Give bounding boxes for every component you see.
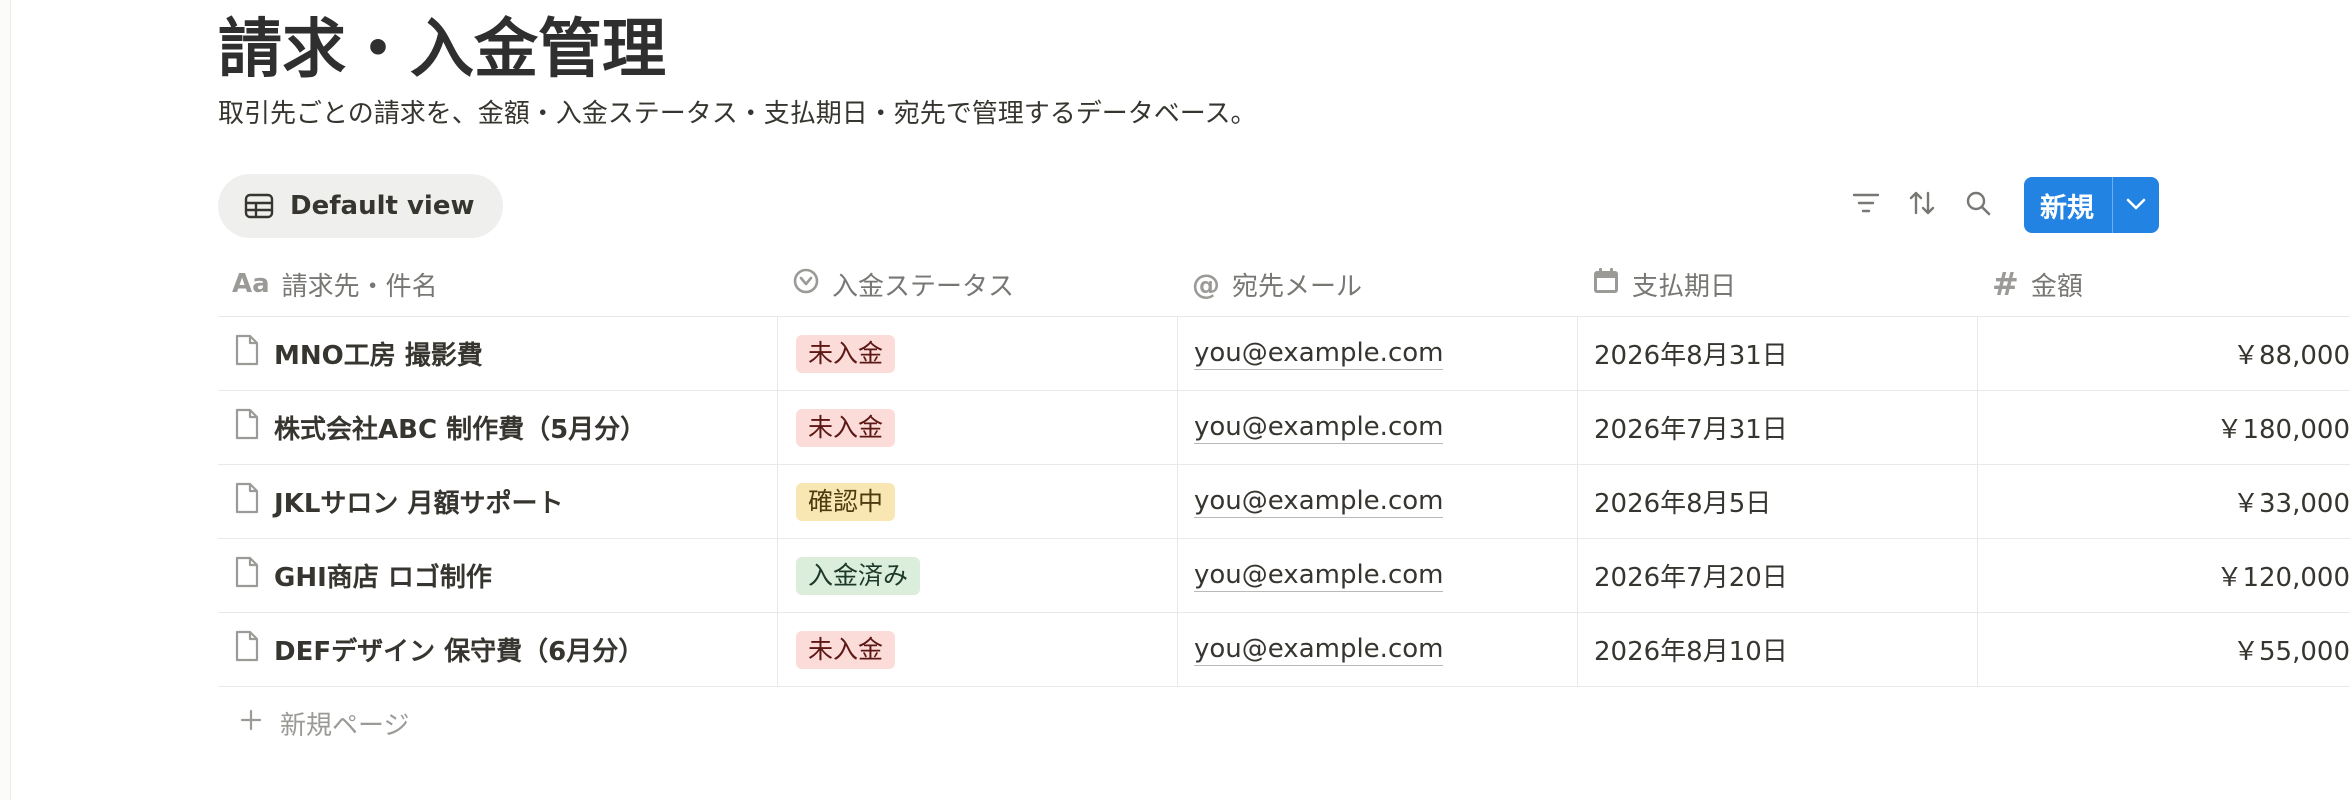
table-row[interactable]: GHI商店 ロゴ制作 入金済み you@example.com 2026年7月2… [218, 539, 2350, 613]
column-header-email[interactable]: @ 宛先メール [1178, 252, 1578, 316]
new-button[interactable]: 新規 [2024, 177, 2113, 233]
page-icon [234, 630, 260, 669]
column-header-due-date[interactable]: 支払期日 [1578, 252, 1978, 316]
column-header-amount[interactable]: # 金額 [1978, 252, 2350, 316]
email-link[interactable]: you@example.com [1194, 559, 1444, 592]
cell-status[interactable]: 未入金 [778, 613, 1178, 686]
status-icon [792, 267, 820, 302]
email-link[interactable]: you@example.com [1194, 485, 1444, 518]
cell-status[interactable]: 確認中 [778, 465, 1178, 538]
page-icon [234, 408, 260, 447]
status-badge: 未入金 [796, 630, 896, 669]
page-title: 請求・入金管理 [218, 13, 666, 87]
text-icon: Aa [232, 269, 270, 299]
row-title: MNO工房 撮影費 [274, 341, 483, 371]
cell-status[interactable]: 未入金 [778, 317, 1178, 390]
at-icon: @ [1192, 267, 1220, 301]
cell-status[interactable]: 未入金 [778, 391, 1178, 464]
status-badge: 確認中 [796, 482, 896, 521]
cell-amount[interactable]: ￥88,000 [1978, 317, 2350, 390]
page: 請求・入金管理 取引先ごとの請求を、金額・入金ステータス・支払期日・宛先で管理す… [218, 0, 2350, 800]
cell-amount[interactable]: ￥33,000 [1978, 465, 2350, 538]
cell-email[interactable]: you@example.com [1178, 539, 1578, 612]
table-row[interactable]: MNO工房 撮影費 未入金 you@example.com 2026年8月31日… [218, 317, 2350, 391]
page-icon [234, 556, 260, 595]
due-date: 2026年8月31日 [1594, 341, 1788, 371]
sidebar-edge [0, 0, 11, 800]
column-header-label: 請求先・件名 [281, 271, 438, 302]
page-icon [234, 334, 260, 373]
column-header-label: 支払期日 [1632, 271, 1737, 302]
new-page-button[interactable]: 新規ページ [218, 687, 2350, 759]
table-row[interactable]: JKLサロン 月額サポート 確認中 you@example.com 2026年8… [218, 465, 2350, 539]
column-header-title[interactable]: Aa 請求先・件名 [218, 252, 778, 316]
row-title: JKLサロン 月額サポート [274, 489, 564, 519]
view-tab-label: Default view [290, 191, 475, 221]
due-date: 2026年7月20日 [1594, 563, 1788, 593]
email-link[interactable]: you@example.com [1194, 411, 1444, 444]
row-title: 株式会社ABC 制作費（5月分） [274, 415, 647, 445]
filter-icon [1852, 192, 1880, 218]
database-table: Aa 請求先・件名 入金ステータス @ 宛先メール 支払期日 # 金額 MNO工… [218, 252, 2350, 759]
column-header-label: 宛先メール [1232, 271, 1363, 302]
status-badge: 入金済み [796, 556, 921, 595]
search-icon [1964, 189, 1992, 221]
table-row[interactable]: DEFデザイン 保守費（6月分） 未入金 you@example.com 202… [218, 613, 2350, 687]
cell-due-date[interactable]: 2026年8月10日 [1578, 613, 1978, 686]
due-date: 2026年8月10日 [1594, 637, 1788, 667]
cell-title[interactable]: GHI商店 ロゴ制作 [218, 539, 778, 612]
cell-title[interactable]: MNO工房 撮影費 [218, 317, 778, 390]
row-title: DEFデザイン 保守費（6月分） [274, 637, 645, 667]
cell-title[interactable]: DEFデザイン 保守費（6月分） [218, 613, 778, 686]
cell-email[interactable]: you@example.com [1178, 317, 1578, 390]
cell-status[interactable]: 入金済み [778, 539, 1178, 612]
calendar-icon [1592, 267, 1620, 302]
row-title: GHI商店 ロゴ制作 [274, 563, 492, 593]
sort-icon [1908, 189, 1936, 221]
sort-button[interactable] [1894, 177, 1950, 233]
column-header-label: 入金ステータス [832, 271, 1015, 302]
page-description: 取引先ごとの請求を、金額・入金ステータス・支払期日・宛先で管理するデータベース。 [218, 99, 1257, 129]
status-badge: 未入金 [796, 408, 896, 447]
cell-amount[interactable]: ￥55,000 [1978, 613, 2350, 686]
cell-due-date[interactable]: 2026年8月5日 [1578, 465, 1978, 538]
status-badge: 未入金 [796, 334, 896, 373]
plus-icon [240, 708, 262, 738]
table-icon [244, 193, 274, 219]
cell-title[interactable]: JKLサロン 月額サポート [218, 465, 778, 538]
amount-value: ￥120,000 [2216, 563, 2350, 593]
page-icon [234, 482, 260, 521]
new-page-label: 新規ページ [280, 710, 410, 741]
hash-icon: # [1992, 265, 2019, 303]
amount-value: ￥88,000 [2233, 341, 2350, 371]
cell-due-date[interactable]: 2026年8月31日 [1578, 317, 1978, 390]
table-body: MNO工房 撮影費 未入金 you@example.com 2026年8月31日… [218, 317, 2350, 687]
due-date: 2026年8月5日 [1594, 489, 1772, 519]
cell-email[interactable]: you@example.com [1178, 613, 1578, 686]
search-button[interactable] [1950, 177, 2006, 233]
cell-email[interactable]: you@example.com [1178, 391, 1578, 464]
column-header-status[interactable]: 入金ステータス [778, 252, 1178, 316]
view-tab-default[interactable]: Default view [218, 174, 503, 238]
amount-value: ￥55,000 [2233, 637, 2350, 667]
cell-email[interactable]: you@example.com [1178, 465, 1578, 538]
email-link[interactable]: you@example.com [1194, 633, 1444, 666]
new-button-group: 新規 [2024, 177, 2159, 233]
column-headers: Aa 請求先・件名 入金ステータス @ 宛先メール 支払期日 # 金額 [218, 252, 2350, 317]
email-link[interactable]: you@example.com [1194, 337, 1444, 370]
new-dropdown-button[interactable] [2113, 177, 2159, 233]
cell-amount[interactable]: ￥120,000 [1978, 539, 2350, 612]
cell-title[interactable]: 株式会社ABC 制作費（5月分） [218, 391, 778, 464]
amount-value: ￥180,000 [2216, 415, 2350, 445]
cell-due-date[interactable]: 2026年7月31日 [1578, 391, 1978, 464]
chevron-down-icon [2125, 196, 2147, 215]
cell-due-date[interactable]: 2026年7月20日 [1578, 539, 1978, 612]
column-header-label: 金額 [2030, 271, 2083, 302]
filter-button[interactable] [1838, 177, 1894, 233]
table-row[interactable]: 株式会社ABC 制作費（5月分） 未入金 you@example.com 202… [218, 391, 2350, 465]
due-date: 2026年7月31日 [1594, 415, 1788, 445]
database-toolbar: 新規 [1838, 176, 2159, 234]
cell-amount[interactable]: ￥180,000 [1978, 391, 2350, 464]
amount-value: ￥33,000 [2233, 489, 2350, 519]
